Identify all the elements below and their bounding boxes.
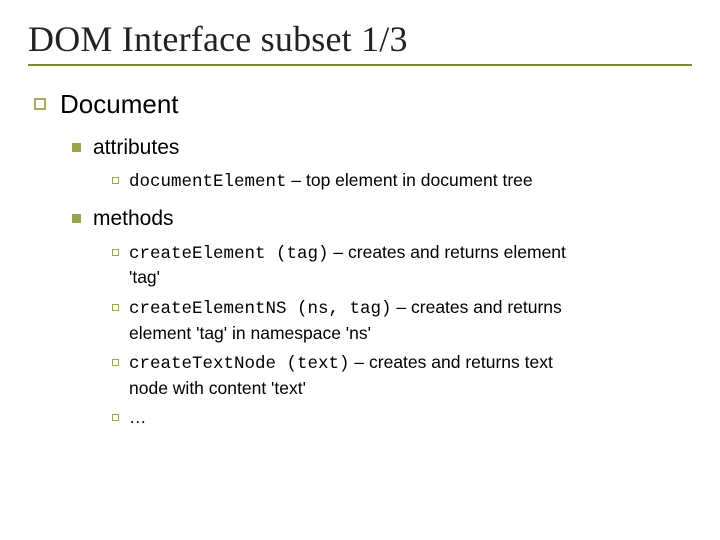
list-item-attributes: attributes [72,135,692,161]
list-item-document: Document [34,88,692,121]
attr-documentElement: documentElement – top element in documen… [129,169,533,195]
list-item: createTextNode (text) – creates and retu… [112,351,692,400]
desc-text-line2: node with content 'text' [129,378,306,398]
list-item: … [112,406,692,430]
desc-text-line2: 'tag' [129,267,160,287]
square-tiny-icon [112,414,119,421]
square-tiny-icon [112,359,119,366]
desc-text: – creates and returns text [350,352,553,372]
square-tiny-icon [112,304,119,311]
slide: DOM Interface subset 1/3 Document attrib… [0,0,720,540]
desc-text: – top element in document tree [287,170,533,190]
square-tiny-icon [112,177,119,184]
desc-text: – creates and returns [392,297,562,317]
desc-text-line2: element 'tag' in namespace 'ns' [129,323,371,343]
level2-attributes-label: attributes [93,135,179,161]
level2-methods-label: methods [93,206,174,232]
slide-title: DOM Interface subset 1/3 [28,18,692,60]
code-text: createElementNS (ns, tag) [129,299,392,319]
method-createElementNS: createElementNS (ns, tag) – creates and … [129,296,562,345]
square-solid-icon [72,143,81,152]
title-underline [28,64,692,66]
list-item-methods: methods [72,206,692,232]
method-createElement: createElement (tag) – creates and return… [129,241,566,290]
list-item: createElement (tag) – creates and return… [112,241,692,290]
level1-label: Document [60,88,179,121]
list-item: createElementNS (ns, tag) – creates and … [112,296,692,345]
method-more: … [129,406,147,430]
square-tiny-icon [112,249,119,256]
desc-text: – creates and returns element [329,242,566,262]
method-createTextNode: createTextNode (text) – creates and retu… [129,351,553,400]
code-text: createTextNode (text) [129,354,350,374]
square-hollow-icon [34,98,46,110]
code-text: documentElement [129,172,287,192]
code-text: createElement (tag) [129,244,329,264]
square-solid-icon [72,214,81,223]
list-item: documentElement – top element in documen… [112,169,692,195]
